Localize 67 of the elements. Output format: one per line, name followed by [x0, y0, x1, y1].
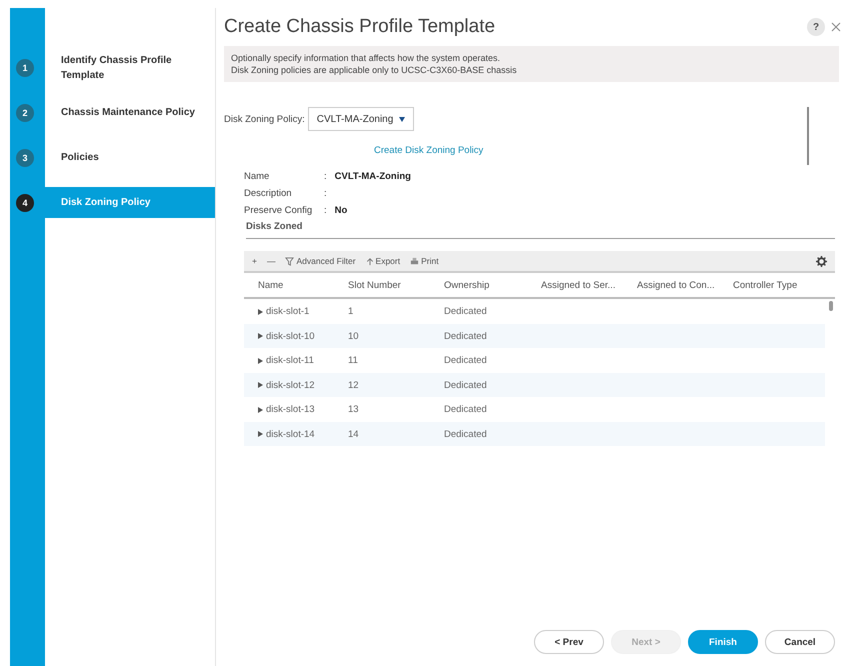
- table-cell-text: 14: [347, 428, 360, 440]
- column-header[interactable]: Slot Number: [334, 280, 430, 291]
- separator: :: [324, 171, 327, 182]
- expand-icon[interactable]: [258, 406, 263, 413]
- wizard-step[interactable]: Identify Chassis Profile Template: [45, 52, 215, 83]
- cell-text: disk-slot-10: [266, 330, 315, 342]
- table-cell-text: 12: [347, 380, 360, 391]
- help-button[interactable]: ?: [807, 18, 825, 36]
- table-cell-text: 11: [347, 355, 359, 366]
- column-header[interactable]: Assigned to Con...: [623, 280, 719, 291]
- column-header[interactable]: Controller Type: [719, 280, 835, 291]
- separator: :: [324, 188, 327, 200]
- detail-value: CVLT-MA-Zoning: [334, 171, 411, 182]
- expand-icon[interactable]: [258, 358, 263, 364]
- settings-icon[interactable]: [816, 256, 827, 267]
- policy-dropdown[interactable]: CVLT-MA-Zoning: [308, 107, 414, 132]
- table-cell-text: Dedicated: [443, 306, 488, 318]
- table-cell-text: 1: [347, 306, 354, 318]
- column-header[interactable]: Assigned to Ser...: [527, 280, 623, 291]
- cell-text: disk-slot-14: [266, 428, 315, 440]
- table-cell-text: Dedicated: [443, 380, 488, 391]
- toolbar-button[interactable]: Export: [366, 256, 400, 266]
- toolbar-button[interactable]: +: [252, 256, 257, 266]
- detail-label: Description: [244, 188, 293, 200]
- table-cell-text: Dedicated: [443, 428, 488, 440]
- wizard-button[interactable]: < Prev: [534, 630, 604, 654]
- cell-text: disk-slot-13: [266, 404, 315, 416]
- cell-text: disk-slot-12: [266, 380, 315, 391]
- info-text: Optionally specify information that affects how the system operates.: [231, 52, 501, 64]
- detail-label: Name: [244, 171, 270, 182]
- field-label: Disk Zoning Policy:: [224, 114, 305, 125]
- close-icon[interactable]: [831, 22, 841, 32]
- expand-icon[interactable]: [258, 382, 263, 388]
- table-row[interactable]: disk-slot-10 10 Dedicated: [244, 324, 825, 348]
- expand-icon[interactable]: [258, 431, 263, 438]
- dialog-title: Create Chassis Profile Template: [224, 16, 496, 38]
- column-header[interactable]: Ownership: [430, 280, 527, 291]
- info-text: Disk Zoning policies are applicable only to UCSC-C3X60-BASE chassis: [231, 64, 518, 76]
- scrollbar[interactable]: [829, 301, 833, 312]
- table-cell-text: 10: [347, 330, 360, 342]
- cell-text: disk-slot-1: [266, 306, 310, 318]
- upload-icon: [366, 256, 374, 266]
- filter-icon: [285, 256, 294, 266]
- detail-label: Preserve Config: [244, 205, 314, 216]
- toolbar-button[interactable]: Print: [410, 256, 439, 266]
- print-icon: [410, 256, 420, 266]
- table-cell-text: Dedicated: [443, 355, 488, 366]
- create-link[interactable]: Create Disk Zoning Policy: [374, 145, 484, 156]
- section-title: Disks Zoned: [246, 221, 835, 240]
- caret-icon: [399, 116, 406, 122]
- cell-text: disk-slot-11: [266, 355, 314, 366]
- table-cell-text: Dedicated: [443, 330, 488, 342]
- expand-icon[interactable]: [258, 308, 263, 315]
- table-cell-text: 13: [347, 404, 360, 416]
- table-cell-text: Dedicated: [443, 404, 488, 416]
- table-row[interactable]: disk-slot-14 14 Dedicated: [244, 422, 825, 446]
- wizard-step[interactable]: Chassis Maintenance Policy: [45, 97, 215, 128]
- wizard-button[interactable]: Cancel: [765, 630, 835, 654]
- expand-icon[interactable]: [258, 333, 263, 340]
- scrollbar[interactable]: [807, 107, 809, 166]
- toolbar-button[interactable]: Advanced Filter: [285, 256, 356, 266]
- detail-value: No: [334, 205, 348, 216]
- toolbar-button[interactable]: —: [266, 256, 276, 266]
- column-header[interactable]: Name: [244, 280, 334, 291]
- table-row[interactable]: disk-slot-12 12 Dedicated: [244, 372, 825, 398]
- separator: :: [324, 205, 327, 216]
- wizard-step[interactable]: Policies: [45, 142, 215, 173]
